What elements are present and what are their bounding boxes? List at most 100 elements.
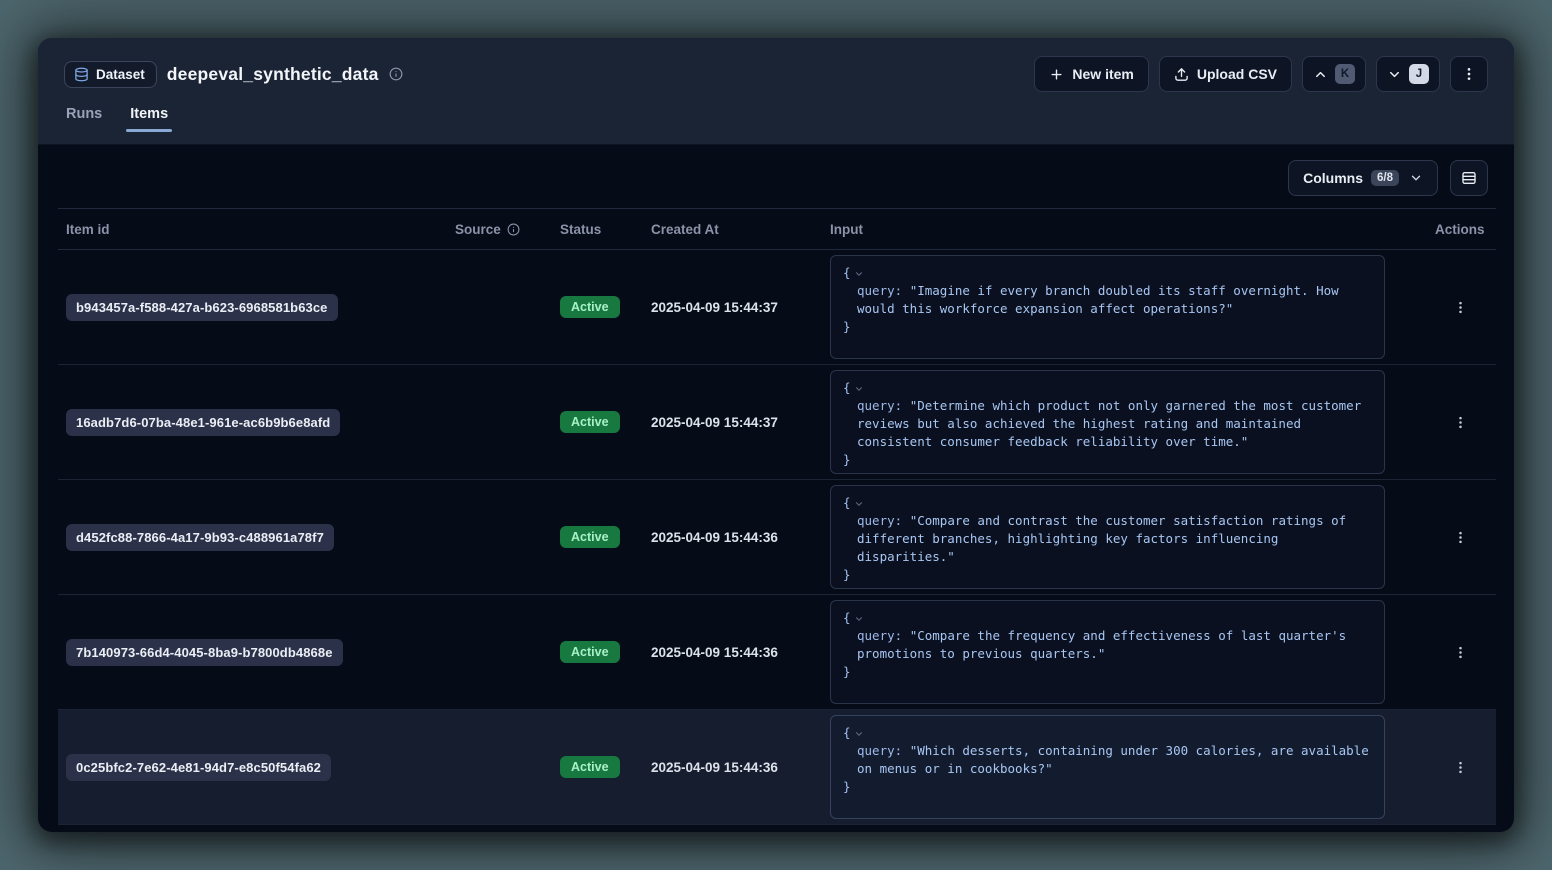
actions-cell — [1433, 524, 1496, 551]
input-cell: { query: "Imagine if every branch double… — [822, 255, 1433, 359]
header-actions: New item Upload CSV K J — [1034, 56, 1488, 92]
open-brace: { — [843, 379, 851, 397]
item-id-badge[interactable]: d452fc88-7866-4a17-9b93-c488961a78f7 — [66, 524, 334, 551]
close-brace: } — [843, 663, 851, 681]
status-badge: Active — [560, 296, 620, 318]
created-at-value: 2025-04-09 15:44:36 — [643, 760, 822, 775]
new-item-button[interactable]: New item — [1034, 56, 1148, 92]
item-id-cell: 0c25bfc2-7e62-4e81-94d7-e8c50f54fa62 — [58, 754, 447, 781]
chevron-down-icon — [1409, 171, 1423, 185]
input-json-preview: { query: "Compare the frequency and effe… — [830, 600, 1385, 704]
items-table: Item id Source Status Created At Input A… — [58, 208, 1496, 825]
table-row[interactable]: b943457a-f588-427a-b623-6968581b63ce Act… — [58, 250, 1496, 365]
row-actions-button[interactable] — [1447, 409, 1474, 436]
kebab-icon — [1453, 645, 1468, 660]
close-brace: } — [843, 318, 851, 336]
upload-csv-label: Upload CSV — [1197, 66, 1277, 82]
upload-icon — [1174, 67, 1189, 82]
input-json-preview: { query: "Which desserts, containing und… — [830, 715, 1385, 819]
collapse-chevron-icon[interactable] — [854, 384, 864, 394]
input-cell: { query: "Which desserts, containing und… — [822, 715, 1433, 819]
status-cell: Active — [552, 411, 643, 433]
item-id-cell: 7b140973-66d4-4045-8ba9-b7800db4868e — [58, 639, 447, 666]
status-badge: Active — [560, 756, 620, 778]
json-key: query: — [857, 513, 902, 528]
dataset-info-icon[interactable] — [389, 67, 403, 81]
item-id-badge[interactable]: 0c25bfc2-7e62-4e81-94d7-e8c50f54fa62 — [66, 754, 331, 781]
dataset-window: Dataset deepeval_synthetic_data New item… — [38, 38, 1514, 832]
kebab-icon — [1453, 415, 1468, 430]
column-header-status: Status — [552, 222, 643, 237]
next-item-button[interactable]: J — [1376, 56, 1440, 92]
database-icon — [74, 67, 89, 82]
column-header-input: Input — [822, 222, 1433, 237]
close-brace: } — [843, 778, 851, 796]
column-header-item-id: Item id — [58, 222, 447, 237]
columns-button[interactable]: Columns 6/8 — [1288, 160, 1438, 196]
source-info-icon[interactable] — [507, 223, 520, 236]
table-row[interactable]: 0c25bfc2-7e62-4e81-94d7-e8c50f54fa62 Act… — [58, 710, 1496, 825]
chevron-down-icon — [1387, 67, 1402, 82]
column-header-created-at: Created At — [643, 222, 822, 237]
row-actions-button[interactable] — [1447, 524, 1474, 551]
tab-runs[interactable]: Runs — [66, 106, 102, 132]
input-json-preview: { query: "Determine which product not on… — [830, 370, 1385, 474]
input-cell: { query: "Determine which product not on… — [822, 370, 1433, 474]
kebab-icon — [1461, 66, 1477, 82]
prev-item-button[interactable]: K — [1302, 56, 1366, 92]
collapse-chevron-icon[interactable] — [854, 499, 864, 509]
columns-label: Columns — [1303, 170, 1363, 186]
status-cell: Active — [552, 526, 643, 548]
rows-icon — [1461, 170, 1477, 186]
status-cell: Active — [552, 296, 643, 318]
json-key: query: — [857, 398, 902, 413]
close-brace: } — [843, 566, 851, 584]
status-badge: Active — [560, 641, 620, 663]
input-cell: { query: "Compare and contrast the custo… — [822, 485, 1433, 589]
item-id-badge[interactable]: 16adb7d6-07ba-48e1-961e-ac6b9b6e8afd — [66, 409, 340, 436]
input-json-preview: { query: "Compare and contrast the custo… — [830, 485, 1385, 589]
status-cell: Active — [552, 756, 643, 778]
actions-cell — [1433, 409, 1496, 436]
item-id-cell: 16adb7d6-07ba-48e1-961e-ac6b9b6e8afd — [58, 409, 447, 436]
json-query-value: "Which desserts, containing under 300 ca… — [857, 743, 1369, 776]
json-query-value: "Determine which product not only garner… — [857, 398, 1361, 449]
table-row[interactable]: d452fc88-7866-4a17-9b93-c488961a78f7 Act… — [58, 480, 1496, 595]
collapse-chevron-icon[interactable] — [854, 269, 864, 279]
shortcut-key-j: J — [1409, 64, 1429, 84]
tab-items[interactable]: Items — [130, 106, 168, 132]
upload-csv-button[interactable]: Upload CSV — [1159, 56, 1292, 92]
row-actions-button[interactable] — [1447, 754, 1474, 781]
input-cell: { query: "Compare the frequency and effe… — [822, 600, 1433, 704]
collapse-chevron-icon[interactable] — [854, 614, 864, 624]
open-brace: { — [843, 264, 851, 282]
row-actions-button[interactable] — [1447, 639, 1474, 666]
table-body: b943457a-f588-427a-b623-6968581b63ce Act… — [58, 250, 1496, 825]
item-id-badge[interactable]: b943457a-f588-427a-b623-6968581b63ce — [66, 294, 338, 321]
page-title: deepeval_synthetic_data — [167, 64, 379, 85]
row-height-button[interactable] — [1450, 160, 1488, 196]
shortcut-key-k: K — [1335, 64, 1355, 84]
kebab-icon — [1453, 300, 1468, 315]
window-header: Dataset deepeval_synthetic_data New item… — [38, 38, 1514, 145]
collapse-chevron-icon[interactable] — [854, 729, 864, 739]
close-brace: } — [843, 451, 851, 469]
input-json-preview: { query: "Imagine if every branch double… — [830, 255, 1385, 359]
item-id-badge[interactable]: 7b140973-66d4-4045-8ba9-b7800db4868e — [66, 639, 343, 666]
table-toolbar: Columns 6/8 — [38, 145, 1514, 208]
more-actions-button[interactable] — [1450, 56, 1488, 92]
created-at-value: 2025-04-09 15:44:36 — [643, 530, 822, 545]
json-key: query: — [857, 628, 902, 643]
table-row[interactable]: 7b140973-66d4-4045-8ba9-b7800db4868e Act… — [58, 595, 1496, 710]
created-at-value: 2025-04-09 15:44:37 — [643, 300, 822, 315]
actions-cell — [1433, 754, 1496, 781]
status-badge: Active — [560, 411, 620, 433]
row-actions-button[interactable] — [1447, 294, 1474, 321]
tab-bar: Runs Items — [64, 106, 1488, 132]
json-key: query: — [857, 283, 902, 298]
table-row[interactable]: 16adb7d6-07ba-48e1-961e-ac6b9b6e8afd Act… — [58, 365, 1496, 480]
open-brace: { — [843, 494, 851, 512]
json-query-value: "Imagine if every branch doubled its sta… — [857, 283, 1339, 316]
open-brace: { — [843, 724, 851, 742]
status-cell: Active — [552, 641, 643, 663]
